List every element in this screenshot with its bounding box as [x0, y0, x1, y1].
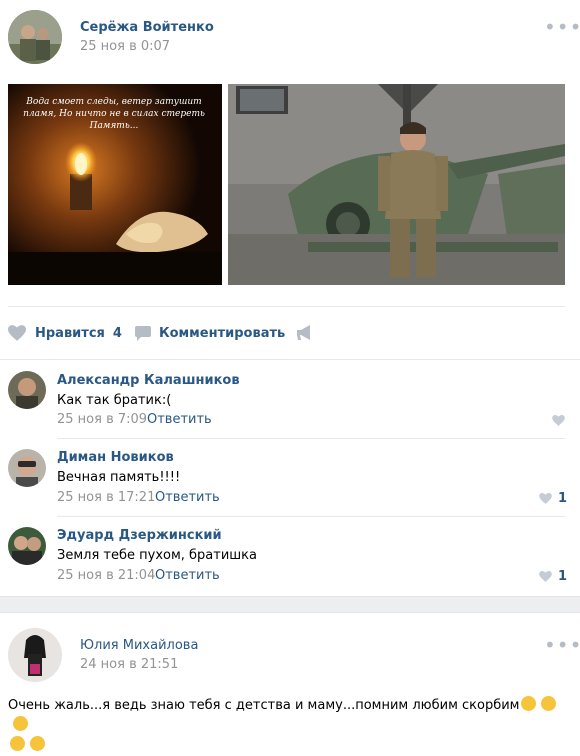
post-photo-candle[interactable]: Вода смоет следы, ветер затушит пламя, Н… — [8, 84, 222, 285]
comment-avatar[interactable] — [8, 527, 46, 565]
post-author-name[interactable]: Юлия Михайлова — [80, 638, 198, 653]
photo-caption: Вода смоет следы, ветер затушит пламя, Н… — [23, 97, 205, 131]
comment-like-button[interactable]: 1 — [539, 569, 567, 584]
more-options-icon[interactable]: ••• — [544, 635, 580, 655]
post-text: Очень жаль...я ведь знаю тебя с детства … — [8, 696, 573, 756]
comment-author[interactable]: Диман Новиков — [57, 450, 174, 465]
comment-avatar[interactable] — [8, 449, 46, 487]
reply-link[interactable]: Ответить — [155, 490, 220, 505]
reply-link[interactable]: Ответить — [155, 568, 220, 583]
comment-label: Комментировать — [159, 325, 286, 341]
post-separator — [0, 596, 580, 613]
comment-date[interactable]: 25 ноя в 17:21 — [57, 490, 155, 505]
comment-text: Вечная память!!!! — [57, 470, 181, 485]
like-button[interactable]: Нравится 4 — [8, 323, 122, 343]
heart-icon — [552, 415, 565, 426]
share-icon[interactable] — [296, 325, 313, 341]
comment-date[interactable]: 25 ноя в 7:09 — [57, 412, 147, 427]
divider — [57, 516, 565, 517]
comment-text: Земля тебе пухом, братишка — [57, 548, 258, 563]
author-avatar[interactable] — [8, 628, 62, 682]
sad-emoji-icon — [540, 696, 556, 711]
comment-icon — [135, 325, 151, 341]
author-avatar[interactable] — [8, 10, 62, 64]
heart-icon — [539, 493, 552, 504]
divider — [8, 306, 565, 307]
heart-icon — [539, 571, 552, 582]
more-options-icon[interactable]: ••• — [544, 17, 580, 37]
like-count: 4 — [112, 325, 122, 341]
weary-emoji-icon — [13, 716, 28, 731]
divider — [57, 438, 565, 439]
comment-like-count: 1 — [558, 491, 568, 506]
comment-author[interactable]: Александр Калашников — [57, 373, 240, 388]
post-date[interactable]: 24 ноя в 21:51 — [80, 657, 178, 672]
post-author-name[interactable]: Серёжа Войтенко — [80, 20, 214, 35]
comment-like-button[interactable]: 1 — [539, 491, 567, 506]
comment-button[interactable]: Комментировать — [135, 323, 285, 343]
comment-avatar[interactable] — [8, 371, 46, 409]
comment-like-count: 1 — [558, 569, 568, 584]
comment-date[interactable]: 25 ноя в 21:04 — [57, 568, 155, 583]
post-text-body: Очень жаль...я ведь знаю тебя с детства … — [8, 698, 520, 713]
comment-like-button[interactable] — [552, 415, 565, 426]
heart-icon — [8, 325, 26, 341]
sad-emoji-icon — [520, 696, 536, 711]
post-photo-soldier[interactable] — [228, 84, 565, 285]
comment-text: Как так братик:( — [57, 393, 172, 408]
like-label: Нравится — [35, 325, 105, 341]
post-date[interactable]: 25 ноя в 0:07 — [80, 39, 170, 54]
reply-link[interactable]: Ответить — [147, 412, 212, 427]
divider — [0, 359, 580, 360]
comment-author[interactable]: Эдуард Дзержинский — [57, 528, 222, 543]
